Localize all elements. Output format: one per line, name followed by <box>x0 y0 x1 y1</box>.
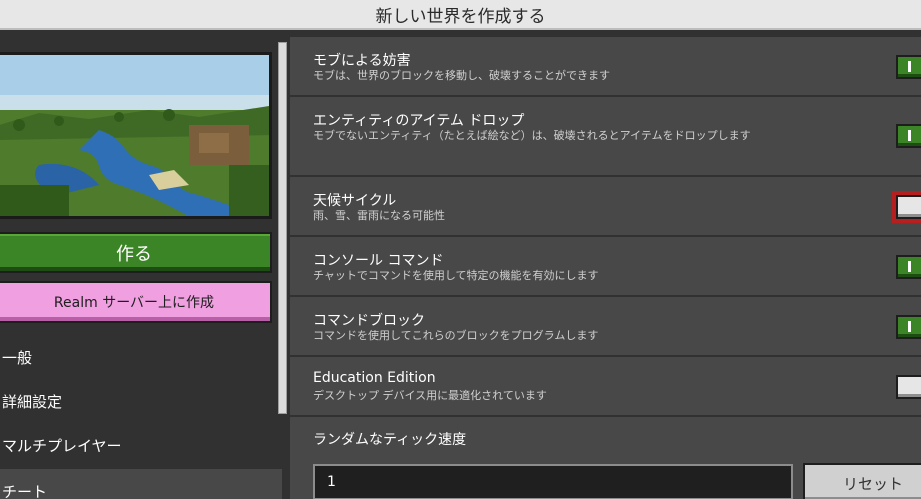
nav-item-label: チート <box>2 482 48 499</box>
mob-griefing-toggle[interactable] <box>896 55 921 79</box>
setting-description: モブは、世界のブロックを移動し、破壊することができます <box>313 69 610 82</box>
setting-row-command-blocks: コマンドブロック コマンドを使用してこれらのブロックをプログラムします <box>290 297 921 357</box>
reset-label: リセット <box>842 474 903 493</box>
create-world-label: 作る <box>116 243 152 265</box>
nav-item-cheats[interactable]: チート <box>0 469 282 499</box>
setting-title: Education Edition <box>313 370 436 386</box>
setting-row-mob-griefing: モブによる妨害 モブは、世界のブロックを移動し、破壊することができます <box>290 37 921 97</box>
nav-item-general[interactable]: 一般 <box>0 335 282 379</box>
window-title-bar: 新しい世界を作成する <box>0 0 921 30</box>
nav-item-label: 詳細設定 <box>2 392 63 411</box>
world-preview-image <box>0 52 272 219</box>
command-blocks-toggle[interactable] <box>896 315 921 339</box>
toggle-on-icon <box>908 61 911 72</box>
setting-row-console-commands: コンソール コマンド チャットでコマンドを使用して特定の機能を有効にします <box>290 237 921 297</box>
left-panel: 作る Realm サーバー上に作成 一般 詳細設定 マルチプレイヤー チート <box>0 37 282 499</box>
create-on-realm-button[interactable]: Realm サーバー上に作成 <box>0 281 272 323</box>
reset-button[interactable]: リセット <box>803 463 921 499</box>
setting-description: 雨、雪、雷雨になる可能性 <box>313 209 445 222</box>
settings-panel: モブによる妨害 モブは、世界のブロックを移動し、破壊することができます エンティ… <box>290 37 921 499</box>
left-panel-scrollbar[interactable] <box>278 42 287 414</box>
nav-item-label: マルチプレイヤー <box>2 436 122 455</box>
toggle-on-icon <box>908 261 911 272</box>
random-tick-speed-section: ランダムなティック速度 1 リセット <box>290 417 921 499</box>
setting-row-entity-drops: エンティティのアイテム ドロップ モブでないエンティティ（たとえば絵など）は、破… <box>290 97 921 177</box>
education-edition-toggle[interactable] <box>896 375 921 399</box>
nav-item-advanced[interactable]: 詳細設定 <box>0 379 282 423</box>
nav-item-multiplayer[interactable]: マルチプレイヤー <box>0 423 282 467</box>
page-title: 新しい世界を作成する <box>375 6 546 27</box>
setting-row-education-edition: Education Edition デスクトップ デバイス用に最適化されています <box>290 357 921 417</box>
random-tick-speed-label: ランダムなティック速度 <box>313 432 467 448</box>
setting-description: モブでないエンティティ（たとえば絵など）は、破壊されるとアイテムをドロップします <box>313 129 751 142</box>
setting-description: チャットでコマンドを使用して特定の機能を有効にします <box>313 269 599 282</box>
console-commands-toggle[interactable] <box>896 255 921 279</box>
toggle-on-icon <box>908 130 911 141</box>
nav-item-label: 一般 <box>2 348 33 367</box>
random-tick-speed-value: 1 <box>327 474 336 490</box>
setting-description: コマンドを使用してこれらのブロックをプログラムします <box>313 329 599 342</box>
create-on-realm-label: Realm サーバー上に作成 <box>53 295 215 311</box>
setting-description: デスクトップ デバイス用に最適化されています <box>313 389 547 402</box>
entity-drops-toggle[interactable] <box>896 124 921 148</box>
setting-row-weather-cycle: 天候サイクル 雨、雪、雷雨になる可能性 <box>290 177 921 237</box>
weather-cycle-toggle[interactable] <box>892 191 921 223</box>
toggle-on-icon <box>908 321 911 332</box>
random-tick-speed-input[interactable]: 1 <box>313 464 793 499</box>
create-world-button[interactable]: 作る <box>0 232 272 273</box>
